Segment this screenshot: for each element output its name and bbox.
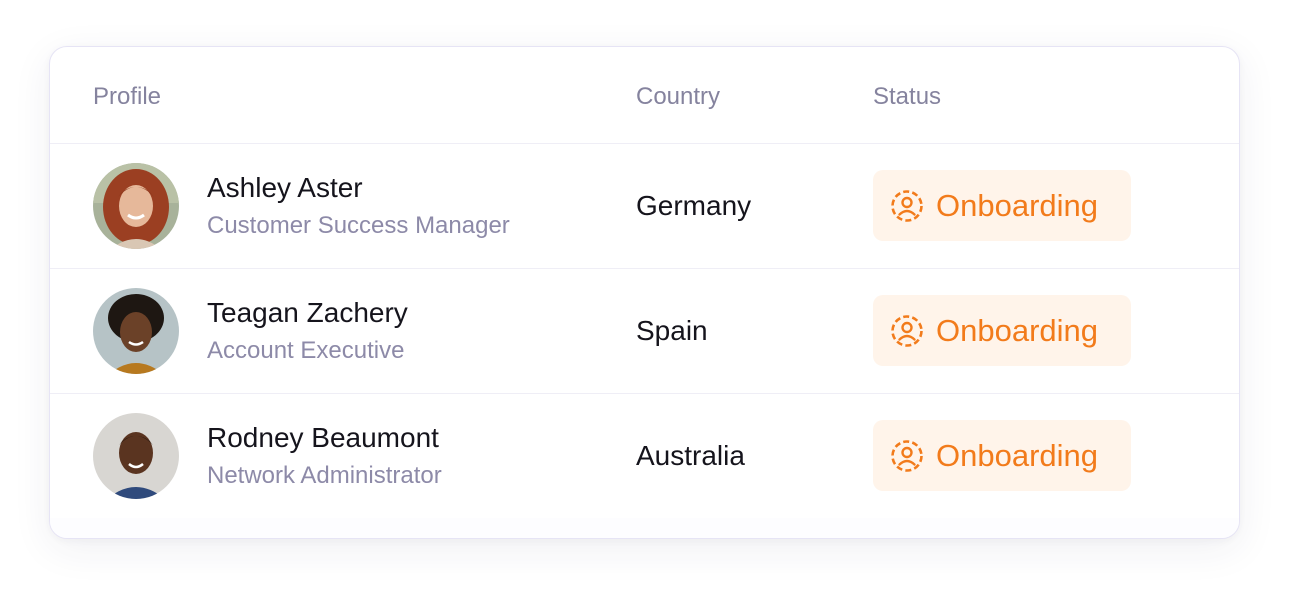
status-badge[interactable]: Onboarding — [873, 170, 1131, 241]
avatar — [93, 163, 179, 249]
avatar — [93, 413, 179, 499]
profile-name[interactable]: Teagan Zachery — [207, 297, 408, 329]
user-circle-dashed-icon — [891, 314, 923, 347]
profile-name[interactable]: Ashley Aster — [207, 172, 363, 204]
avatar — [93, 288, 179, 374]
table-row[interactable]: Rodney Beaumont Network Administrator Au… — [50, 393, 1239, 519]
column-header-country[interactable]: Country — [636, 83, 720, 111]
country-value: Spain — [636, 315, 708, 346]
profile-role: Account Executive — [207, 337, 405, 364]
status-label: Onboarding — [936, 312, 1099, 348]
column-header-status[interactable]: Status — [873, 83, 941, 111]
table-row[interactable]: Ashley Aster Customer Success Manager Ge… — [50, 143, 1239, 269]
country-value: Australia — [636, 440, 745, 471]
status-badge[interactable]: Onboarding — [873, 420, 1131, 491]
status-label: Onboarding — [936, 437, 1099, 473]
country-value: Germany — [636, 190, 752, 221]
profile-name[interactable]: Rodney Beaumont — [207, 422, 439, 454]
status-label: Onboarding — [936, 187, 1099, 223]
profile-role: Network Administrator — [207, 462, 442, 489]
table-row[interactable]: Teagan Zachery Account Executive Spain O… — [50, 268, 1239, 394]
table-footer-strip — [50, 518, 1239, 538]
user-circle-dashed-icon — [891, 189, 923, 222]
status-badge[interactable]: Onboarding — [873, 295, 1131, 366]
column-header-profile[interactable]: Profile — [93, 83, 161, 111]
user-circle-dashed-icon — [891, 439, 923, 472]
table-header: Profile Country Status — [50, 47, 1239, 144]
users-table-card: Profile Country Status Ashley Aster Cust… — [49, 46, 1240, 539]
profile-role: Customer Success Manager — [207, 212, 510, 239]
